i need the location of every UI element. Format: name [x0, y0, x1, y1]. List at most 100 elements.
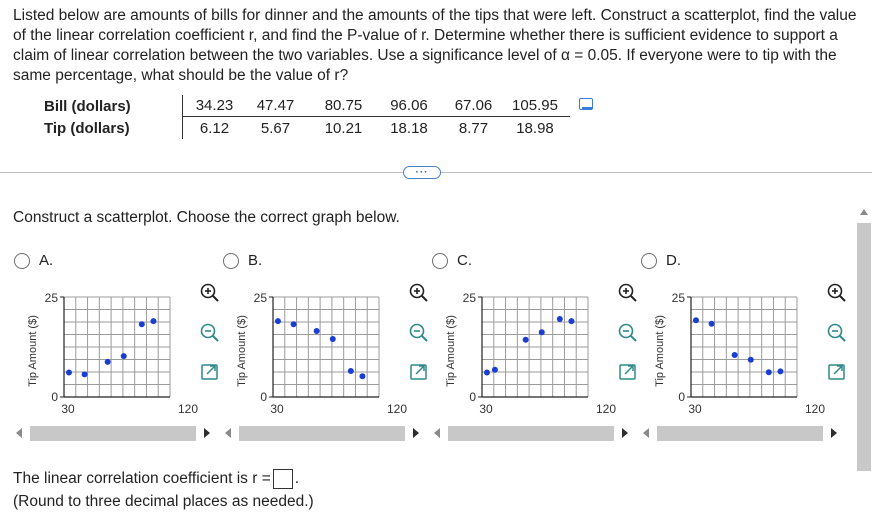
- data-point: [731, 352, 738, 358]
- data-table: Bill (dollars) 34.23 47.47 80.75 96.06 6…: [44, 95, 593, 139]
- answer-prefix: The linear correlation coefficient is r …: [13, 470, 271, 488]
- y-axis-label: Tip Amount ($): [236, 315, 248, 387]
- tip-label: Tip (dollars): [44, 119, 130, 137]
- data-point: [777, 368, 784, 375]
- data-point: [329, 336, 336, 342]
- bill-values: 34.23 47.47 80.75 96.06 67.06 105.95: [182, 95, 570, 117]
- y-tick-label: 0: [469, 390, 476, 404]
- x-tick-label: 30: [270, 402, 284, 416]
- data-point: [347, 368, 354, 374]
- scatterplot-d: 25 030 120 Tip Amount ($): [654, 291, 825, 416]
- y-axis-label: Tip Amount ($): [654, 315, 666, 387]
- scroll-left-icon[interactable]: [643, 428, 649, 438]
- scroll-right-icon[interactable]: [413, 428, 419, 438]
- data-point: [65, 369, 72, 376]
- scroll-track[interactable]: [657, 426, 823, 441]
- scroll-right-icon[interactable]: [831, 428, 837, 438]
- bill-value: 105.95: [512, 97, 558, 114]
- data-point: [708, 320, 715, 327]
- plot-scrollbar[interactable]: [219, 426, 423, 442]
- data-point: [290, 321, 297, 328]
- scroll-track[interactable]: [448, 426, 614, 441]
- y-tick-label: 25: [254, 291, 268, 305]
- bill-row: Bill (dollars) 34.23 47.47 80.75 96.06 6…: [44, 95, 570, 117]
- y-axis-label: Tip Amount ($): [27, 315, 39, 387]
- rounding-note: (Round to three decimal places as needed…: [13, 493, 314, 510]
- x-tick-label: 120: [596, 402, 616, 416]
- zoom-controls: [409, 283, 428, 380]
- data-point: [522, 336, 529, 343]
- plot-scrollbar[interactable]: [637, 426, 841, 442]
- scroll-track[interactable]: [30, 426, 196, 441]
- zoom-in-icon[interactable]: [421, 295, 428, 302]
- zoom-out-icon[interactable]: [630, 335, 637, 342]
- bill-value: 47.47: [256, 97, 295, 114]
- scroll-left-icon[interactable]: [434, 428, 440, 438]
- data-point: [538, 329, 545, 336]
- expand-icon[interactable]: [415, 365, 425, 375]
- data-point: [359, 373, 366, 380]
- y-tick-label: 25: [672, 291, 686, 305]
- y-tick-label: 0: [260, 390, 267, 404]
- tip-value: 18.98: [516, 119, 554, 137]
- data-point: [692, 317, 699, 324]
- zoom-in-icon[interactable]: [212, 295, 219, 302]
- answer-line: The linear correlation coefficient is r …: [13, 469, 299, 489]
- data-point: [747, 356, 754, 363]
- expand-icon[interactable]: [833, 365, 843, 375]
- tip-value: 10.21: [324, 119, 363, 137]
- tip-value: 8.77: [458, 119, 489, 137]
- expand-icon[interactable]: [206, 365, 216, 375]
- scatterplot-prompt: Construct a scatterplot. Choose the corr…: [13, 209, 400, 226]
- data-point: [120, 353, 127, 360]
- data-point: [313, 328, 320, 334]
- bill-value: 34.23: [195, 97, 234, 114]
- zoom-out-icon[interactable]: [421, 335, 428, 342]
- scroll-thumb[interactable]: [857, 223, 871, 471]
- r-answer-input[interactable]: [272, 469, 293, 489]
- x-tick-label: 30: [479, 402, 493, 416]
- scroll-left-icon[interactable]: [16, 428, 22, 438]
- scroll-right-icon[interactable]: [622, 428, 628, 438]
- copy-icon[interactable]: [579, 98, 593, 110]
- expand-icon[interactable]: [624, 365, 634, 375]
- scroll-track[interactable]: [239, 426, 405, 441]
- data-point: [274, 318, 281, 325]
- y-axis-label: Tip Amount ($): [445, 315, 457, 387]
- plot-scrollbar[interactable]: [428, 426, 632, 442]
- zoom-in-icon[interactable]: [839, 295, 846, 302]
- tip-row: Tip (dollars) 6.12 5.67 10.21 18.18 8.77…: [44, 117, 570, 139]
- y-tick-label: 0: [51, 390, 58, 404]
- zoom-controls: [618, 283, 637, 380]
- scroll-left-icon[interactable]: [225, 428, 231, 438]
- zoom-out-icon[interactable]: [839, 335, 846, 342]
- question-text: Listed below are amounts of bills for di…: [13, 7, 857, 84]
- expand-more-button[interactable]: ···: [403, 166, 441, 179]
- zoom-out-icon[interactable]: [212, 335, 219, 342]
- scatterplot-c: 25 030 120 Tip Amount ($): [445, 291, 616, 416]
- scatterplot-a: 25 030 120 Tip Amount ($): [27, 291, 198, 416]
- zoom-in-icon[interactable]: [630, 295, 637, 302]
- data-point: [81, 371, 88, 378]
- bill-value: 67.06: [454, 97, 493, 114]
- x-tick-label: 120: [387, 402, 407, 416]
- y-tick-label: 25: [463, 291, 477, 305]
- x-tick-label: 30: [61, 402, 75, 416]
- bill-value: 96.06: [390, 97, 428, 114]
- scroll-up-icon[interactable]: [860, 209, 868, 215]
- vertical-scrollbar[interactable]: [856, 205, 872, 525]
- data-point: [150, 318, 157, 325]
- data-point: [104, 358, 111, 365]
- x-tick-label: 120: [178, 402, 198, 416]
- bill-label: Bill (dollars): [44, 97, 131, 115]
- scatterplot-b: 25 030 120 Tip Amount ($): [236, 291, 407, 416]
- plot-scrollbar[interactable]: [10, 426, 214, 442]
- scroll-right-icon[interactable]: [204, 428, 210, 438]
- data-point: [483, 369, 490, 376]
- x-tick-label: 30: [688, 402, 702, 416]
- data-point: [765, 369, 772, 376]
- tip-value: 18.18: [390, 119, 428, 137]
- y-tick-label: 0: [678, 390, 685, 404]
- bill-value: 80.75: [324, 97, 363, 114]
- data-point: [491, 366, 498, 373]
